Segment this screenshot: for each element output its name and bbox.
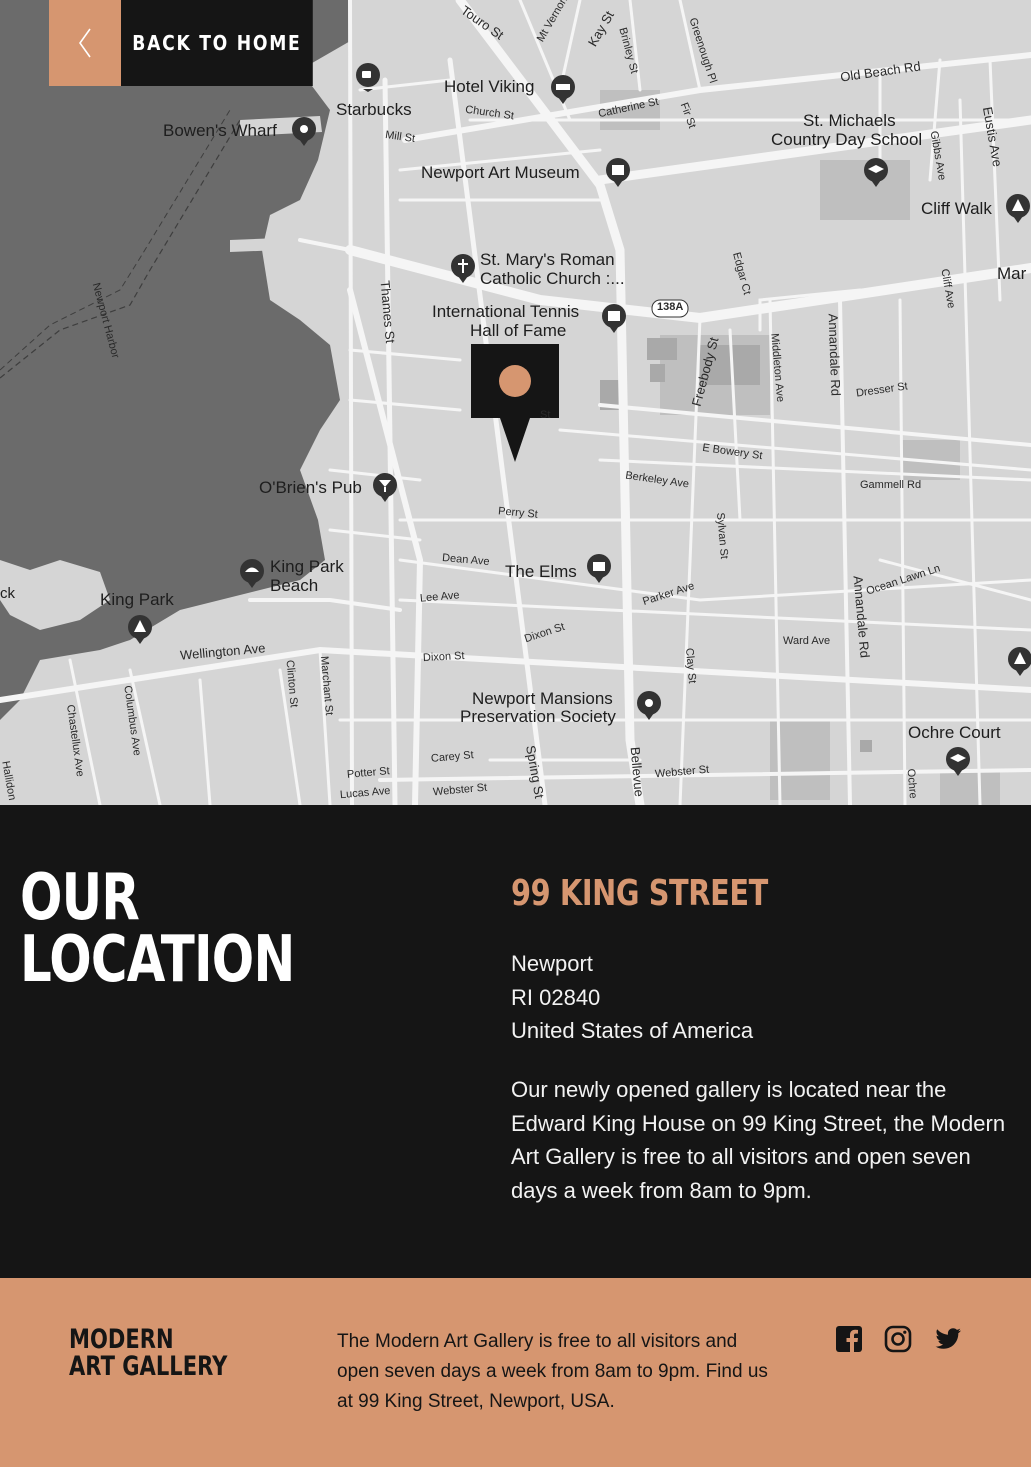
back-to-home-link[interactable]: BACK TO HOME [121,0,313,86]
poi-starbucks[interactable]: Starbucks [336,101,412,119]
poi-obriens-pub[interactable]: O'Brien's Pub [259,479,362,497]
address-city: Newport [511,951,593,976]
street-label: Bellevue [627,746,647,798]
instagram-icon[interactable] [884,1325,912,1353]
street-label: St [540,409,551,421]
landmark-pin-icon[interactable] [584,553,614,583]
footer-logo[interactable]: MODERN ART GALLERY [69,1326,227,1380]
poi-mansions-line1[interactable]: Newport Mansions [472,690,613,708]
park-pin-icon[interactable] [1003,193,1031,223]
poi-ochre-court[interactable]: Ochre Court [908,724,1001,742]
street-label: Gammell Rd [860,479,922,491]
poi-tennis-hall-line2[interactable]: Hall of Fame [470,322,566,340]
poi-tennis-hall-line1[interactable]: International Tennis [432,303,579,321]
poi-king-park-beach-line1[interactable]: King Park [270,558,344,576]
title-line-2: LOCATION [20,923,295,997]
hotel-pin-icon[interactable] [548,74,578,104]
back-to-home-nav[interactable]: BACK TO HOME [49,0,344,86]
poi-hotel-viking[interactable]: Hotel Viking [444,78,534,96]
camera-pin-icon[interactable] [289,116,319,146]
location-description: Our newly opened gallery is located near… [511,1077,1006,1203]
location-pin-icon[interactable] [634,690,664,720]
poi-newport-art-museum[interactable]: Newport Art Museum [421,164,580,182]
school-pin-icon[interactable] [861,157,891,187]
bar-pin-icon[interactable] [370,472,400,502]
beach-pin-icon[interactable] [237,558,267,588]
address-block: Newport RI 02840 United States of Americ… [511,947,753,1048]
back-arrow-button[interactable] [49,0,121,86]
poi-st-michaels[interactable]: St. Michaels [803,112,896,130]
museum-pin-icon[interactable] [603,157,633,187]
chevron-left-icon [79,28,91,58]
street-label: Ochre [904,768,920,800]
poi-mar-partial: Mar [997,264,1027,283]
park-pin-icon[interactable] [1005,646,1031,676]
street-label: Ward Ave [783,635,831,647]
page-title: OUR LOCATION [20,866,295,992]
street-label: Annandale Rd [825,313,844,397]
poi-king-park[interactable]: King Park [100,591,174,609]
poi-country-day-school[interactable]: Country Day School [771,131,922,149]
facebook-icon[interactable] [835,1325,863,1353]
poi-king-park-beach-line2[interactable]: Beach [270,577,318,595]
museum-pin-icon[interactable] [599,303,629,333]
poi-st-marys-church-line1[interactable]: St. Mary's Roman [480,251,615,269]
poi-cliff-walk[interactable]: Cliff Walk [921,200,992,218]
poi-the-elms[interactable]: The Elms [505,563,577,581]
park-pin-icon[interactable] [125,614,155,644]
poi-st-marys-church-line2[interactable]: Catholic Church :... [480,270,625,288]
street-label: Dixon St [422,649,465,665]
poi-mansions-line2[interactable]: Preservation Society [460,708,616,726]
poi-left-partial: ck [0,585,15,602]
footer: MODERN ART GALLERY The Modern Art Galler… [0,1278,1031,1467]
footer-text: The Modern Art Gallery is free to all vi… [337,1331,768,1412]
logo-line-2: ART GALLERY [69,1351,228,1382]
logo-line-1: MODERN [69,1324,174,1355]
location-map[interactable]: Hotel Viking Starbucks Bowen's Wharf St.… [0,0,1031,805]
back-to-home-label: BACK TO HOME [132,31,302,55]
street-label: Clay St [682,647,699,684]
address-country: United States of America [511,1018,754,1043]
poi-bowens-wharf[interactable]: Bowen's Wharf [163,122,277,140]
address-street: 99 KING STREET [511,873,768,914]
school-pin-icon[interactable] [943,746,973,776]
route-shield-138a: 138A [657,301,684,313]
twitter-icon[interactable] [934,1325,962,1353]
address-postcode: RI 02840 [511,984,601,1010]
church-pin-icon[interactable] [448,253,478,283]
cafe-pin-icon[interactable] [353,62,383,92]
location-section: OUR LOCATION 99 KING STREET Newport RI 0… [0,805,1031,1278]
